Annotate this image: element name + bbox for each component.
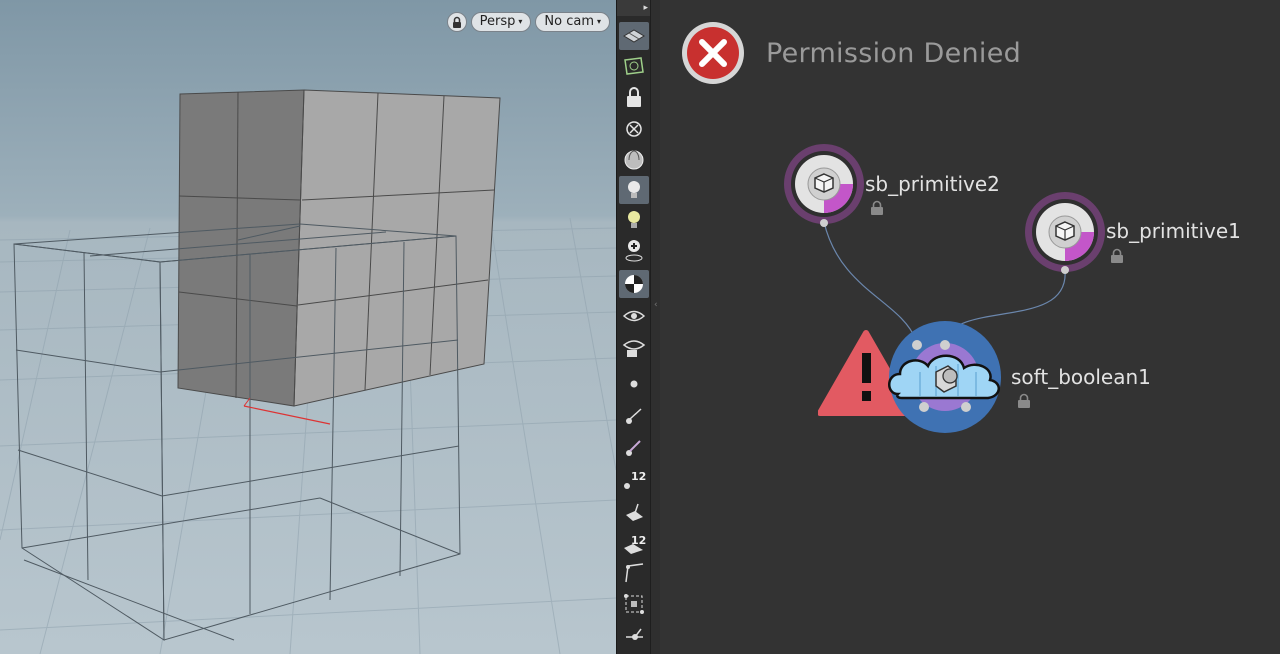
- lock-view-icon: [627, 87, 641, 107]
- headlight-icon: [628, 211, 640, 228]
- vertex-icon: [625, 563, 644, 583]
- shading-sphere-button[interactable]: [619, 146, 649, 174]
- node-soft-boolean1[interactable]: [884, 316, 1004, 436]
- scene-viewport[interactable]: Persp ▾ No cam ▾: [0, 0, 616, 654]
- point-normal-icon: [626, 408, 642, 424]
- chevron-down-icon: ▾: [596, 17, 601, 26]
- lock-camera-button[interactable]: [446, 12, 467, 32]
- snapping-icon: [624, 57, 644, 75]
- headlight-button[interactable]: [619, 206, 649, 234]
- shading-mode-icon: [625, 275, 643, 293]
- point-number-button[interactable]: 12: [619, 466, 649, 494]
- ghost-other-objects-icon: [626, 121, 642, 137]
- camera-mode-label: Persp: [479, 14, 516, 29]
- node-lock-icon[interactable]: [1110, 248, 1124, 264]
- add-light-button[interactable]: [619, 236, 649, 264]
- lock-icon: [452, 16, 461, 28]
- shading-mode-button[interactable]: [619, 270, 649, 298]
- display-toolbar: ▸ 12 12: [616, 0, 651, 654]
- cube-icon: [814, 173, 834, 193]
- point-icon: [630, 380, 638, 388]
- network-editor[interactable]: Permission Denied sb_primitive2 sb_primi…: [660, 0, 1280, 654]
- snapping-button[interactable]: [619, 52, 649, 80]
- node-lock-icon[interactable]: [1017, 393, 1031, 409]
- hull-icon: [624, 594, 644, 614]
- primitive-number-label: 12: [631, 534, 646, 547]
- display-options-icon: [623, 29, 645, 43]
- add-light-icon: [625, 240, 643, 262]
- point-number-icon: 12: [624, 470, 646, 489]
- shading-sphere-icon: [624, 150, 644, 170]
- solid-box: [177, 89, 501, 407]
- hull-button[interactable]: [619, 590, 649, 618]
- pivot-icon: [626, 628, 643, 640]
- node-sb-primitive1[interactable]: [1022, 189, 1108, 275]
- primitive-normal-button[interactable]: [619, 498, 649, 526]
- cube-icon: [1055, 221, 1075, 241]
- pivot-button[interactable]: [619, 622, 649, 650]
- node-name-sb-primitive1[interactable]: sb_primitive1: [1106, 219, 1241, 243]
- point-marker-button[interactable]: [619, 434, 649, 462]
- primitive-number-icon: 12: [624, 534, 646, 554]
- display-options-button[interactable]: [619, 22, 649, 50]
- toolbar-expand-arrow[interactable]: ▸: [617, 0, 651, 16]
- visibility-button[interactable]: [619, 302, 649, 330]
- viewport-canvas[interactable]: [0, 0, 616, 654]
- primitive-normal-icon: [626, 503, 643, 521]
- node-name-soft-boolean1[interactable]: soft_boolean1: [1011, 365, 1151, 389]
- node-sb-primitive2[interactable]: [781, 141, 867, 227]
- error-x-icon: [682, 22, 744, 84]
- lighting-icon: [628, 181, 640, 198]
- point-normal-button[interactable]: [619, 402, 649, 430]
- camera-select-menu[interactable]: No cam ▾: [535, 12, 610, 32]
- point-display-button[interactable]: [619, 370, 649, 398]
- viewport-controls: Persp ▾ No cam ▾: [446, 12, 610, 32]
- lighting-button[interactable]: [619, 176, 649, 204]
- chevron-down-icon: ▾: [518, 17, 523, 26]
- camera-visibility-button[interactable]: [619, 334, 649, 362]
- camera-mode-menu[interactable]: Persp ▾: [470, 12, 532, 32]
- primitive-number-button[interactable]: 12: [619, 530, 649, 558]
- node-lock-icon[interactable]: [870, 200, 884, 216]
- point-marker-icon: [626, 440, 641, 456]
- splitter-grip-icon: ‹: [654, 300, 658, 310]
- ghost-objects-button[interactable]: [619, 116, 649, 144]
- node-name-sb-primitive2[interactable]: sb_primitive2: [865, 172, 1000, 196]
- point-number-label: 12: [631, 470, 646, 483]
- lock-view-button[interactable]: [619, 84, 649, 112]
- vertex-button[interactable]: [619, 560, 649, 588]
- permission-error-banner: Permission Denied: [680, 20, 1021, 86]
- visibility-icon: [622, 310, 646, 322]
- camera-visibility-icon: [622, 340, 646, 357]
- camera-name-label: No cam: [544, 14, 594, 29]
- error-title: Permission Denied: [766, 37, 1022, 69]
